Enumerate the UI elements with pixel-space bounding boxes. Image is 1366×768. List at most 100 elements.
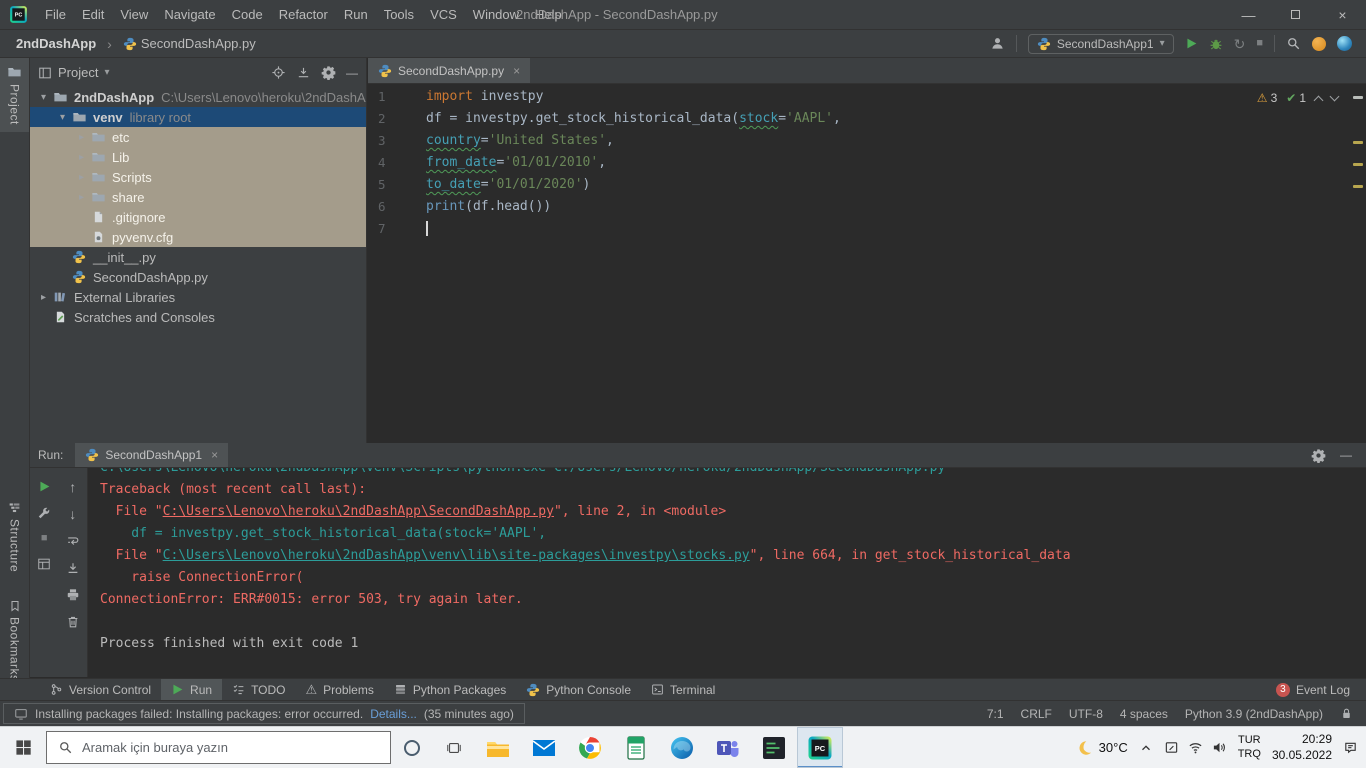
clock[interactable]: 20:29 30.05.2022 xyxy=(1272,732,1332,763)
tool-button-project[interactable]: Project xyxy=(0,58,29,132)
code-line-6[interactable]: 6 print(df.head()) xyxy=(368,196,1366,218)
editor-tab[interactable]: SecondDashApp.py × xyxy=(368,58,531,83)
tree-item-etc[interactable]: ▸ etc xyxy=(30,127,366,147)
search-button[interactable] xyxy=(1286,36,1301,51)
taskbar-code-app[interactable] xyxy=(751,727,797,768)
tool-button-run[interactable]: Run xyxy=(161,679,223,700)
chevron-right-icon[interactable]: ▸ xyxy=(74,152,89,163)
tree-item-external-libraries[interactable]: ▸ External Libraries xyxy=(30,287,366,307)
encoding[interactable]: UTF-8 xyxy=(1069,707,1103,721)
breadcrumb-project[interactable]: 2ndDashApp xyxy=(16,36,96,51)
chevron-right-icon[interactable]: ▸ xyxy=(74,172,89,183)
minimize-button[interactable]: — xyxy=(1225,0,1272,29)
stop-button[interactable]: ■ xyxy=(1256,38,1263,49)
indent-setting[interactable]: 4 spaces xyxy=(1120,707,1168,721)
menu-vcs[interactable]: VCS xyxy=(422,4,465,25)
tree-item-lib[interactable]: ▸ Lib xyxy=(30,147,366,167)
details-link[interactable]: Details... xyxy=(370,707,417,721)
code-line-1[interactable]: 1 import investpy xyxy=(368,86,1366,108)
tool-button-version-control[interactable]: Version Control xyxy=(40,679,161,700)
restore-layout-icon[interactable] xyxy=(37,557,51,571)
taskbar-spreadsheet[interactable] xyxy=(613,727,659,768)
chevron-right-icon[interactable]: ▸ xyxy=(36,292,51,303)
menu-code[interactable]: Code xyxy=(224,4,271,25)
clear-icon[interactable] xyxy=(66,615,80,629)
print-icon[interactable] xyxy=(66,588,80,602)
line-ending[interactable]: CRLF xyxy=(1021,707,1052,721)
event-log-button[interactable]: Event Log xyxy=(1296,683,1350,697)
code-line-7[interactable]: 7 xyxy=(368,218,1366,240)
maximize-button[interactable] xyxy=(1272,0,1319,29)
run-button[interactable] xyxy=(1185,37,1198,50)
settings-icon[interactable] xyxy=(321,65,336,80)
tool-button-bookmarks[interactable]: Bookmarks xyxy=(0,593,29,689)
status-message[interactable]: Installing packages failed: Installing p… xyxy=(3,703,525,724)
close-icon[interactable]: × xyxy=(513,64,520,78)
lock-icon[interactable] xyxy=(1340,707,1353,720)
search-input[interactable] xyxy=(82,740,379,755)
run-config-select[interactable]: SecondDashApp1 ▾ xyxy=(1027,33,1174,54)
scroll-end-icon[interactable] xyxy=(66,561,80,575)
tool-button-structure[interactable]: Structure xyxy=(0,494,29,579)
chevron-right-icon[interactable]: ▸ xyxy=(74,192,89,203)
caret-position[interactable]: 7:1 xyxy=(987,707,1004,721)
tray-expand-icon[interactable] xyxy=(1139,741,1153,755)
code-line-2[interactable]: 2 df = investpy.get_stock_historical_data… xyxy=(368,108,1366,130)
menu-navigate[interactable]: Navigate xyxy=(156,4,223,25)
console-output[interactable]: C:\Users\Lenovo\heroku\2ndDashApp\venv\S… xyxy=(88,468,1366,677)
rerun-icon[interactable] xyxy=(38,480,51,493)
chevron-down-icon[interactable]: ▾ xyxy=(36,92,51,103)
taskbar-search[interactable] xyxy=(46,731,391,764)
menu-refactor[interactable]: Refactor xyxy=(271,4,336,25)
language-indicator[interactable]: TUR TRQ xyxy=(1238,734,1261,762)
tool-button-terminal[interactable]: Terminal xyxy=(641,679,725,700)
close-icon[interactable]: × xyxy=(211,448,218,462)
user-button[interactable] xyxy=(990,36,1005,51)
tree-item-pyvenv-cfg[interactable]: pyvenv.cfg xyxy=(30,227,366,247)
tree-item-gitignore[interactable]: .gitignore xyxy=(30,207,366,227)
chevron-down-icon[interactable]: ▾ xyxy=(55,112,70,123)
stop-icon[interactable]: ■ xyxy=(41,533,48,544)
task-view-button[interactable] xyxy=(433,727,475,768)
stacktrace-link[interactable]: C:\Users\Lenovo\heroku\2ndDashApp\venv\l… xyxy=(163,548,750,563)
tree-item-2nddashapp[interactable]: ▾ 2ndDashApp C:\Users\Lenovo\heroku\2ndDas… xyxy=(30,87,366,107)
editor-body[interactable]: 1 import investpy 2 df = investpy.get_stock… xyxy=(368,84,1366,443)
inspections-widget[interactable]: ⚠ 3 ✔ 1 xyxy=(1257,91,1340,105)
menu-view[interactable]: View xyxy=(112,4,156,25)
soft-wrap-icon[interactable] xyxy=(66,534,80,548)
menu-tools[interactable]: Tools xyxy=(376,4,422,25)
next-issue-icon[interactable] xyxy=(1329,91,1340,102)
taskbar-mail[interactable] xyxy=(521,727,567,768)
coverage-button[interactable]: ↻ xyxy=(1234,37,1246,51)
error-stripe-mark[interactable] xyxy=(1353,141,1363,144)
menu-edit[interactable]: Edit xyxy=(74,4,112,25)
cortana-button[interactable] xyxy=(391,727,433,768)
project-view-select[interactable]: Project ▾ xyxy=(38,65,110,80)
menu-run[interactable]: Run xyxy=(336,4,376,25)
weather-widget[interactable]: 30°C xyxy=(1075,739,1128,757)
prev-issue-icon[interactable] xyxy=(1313,95,1324,105)
taskbar-teams[interactable] xyxy=(705,727,751,768)
network-icon[interactable] xyxy=(1188,740,1203,755)
down-icon[interactable]: ↓ xyxy=(69,507,76,521)
settings-wrench-icon[interactable] xyxy=(37,506,51,520)
code-line-5[interactable]: 5 to_date='01/01/2020') xyxy=(368,174,1366,196)
run-tab[interactable]: SecondDashApp1 × xyxy=(75,443,229,467)
error-stripe-mark[interactable] xyxy=(1353,96,1363,99)
tablet-icon[interactable] xyxy=(1164,740,1179,755)
up-icon[interactable]: ↑ xyxy=(69,480,76,494)
action-center-icon[interactable] xyxy=(1343,740,1358,755)
taskbar-pycharm[interactable]: PC xyxy=(797,727,843,768)
tree-item-seconddashapp-py[interactable]: SecondDashApp.py xyxy=(30,267,366,287)
volume-icon[interactable] xyxy=(1212,740,1227,755)
menu-file[interactable]: File xyxy=(37,4,74,25)
start-button[interactable] xyxy=(0,727,46,768)
tree-item-venv[interactable]: ▾ venv library root xyxy=(30,107,366,127)
tool-button-problems[interactable]: ⚠ Problems xyxy=(296,679,384,700)
close-button[interactable]: × xyxy=(1319,0,1366,29)
taskbar-file-explorer[interactable] xyxy=(475,727,521,768)
locate-icon[interactable] xyxy=(271,65,286,80)
taskbar-edge[interactable] xyxy=(659,727,705,768)
code-with-me-button[interactable] xyxy=(1337,36,1352,51)
tool-button-python-packages[interactable]: Python Packages xyxy=(384,679,516,700)
